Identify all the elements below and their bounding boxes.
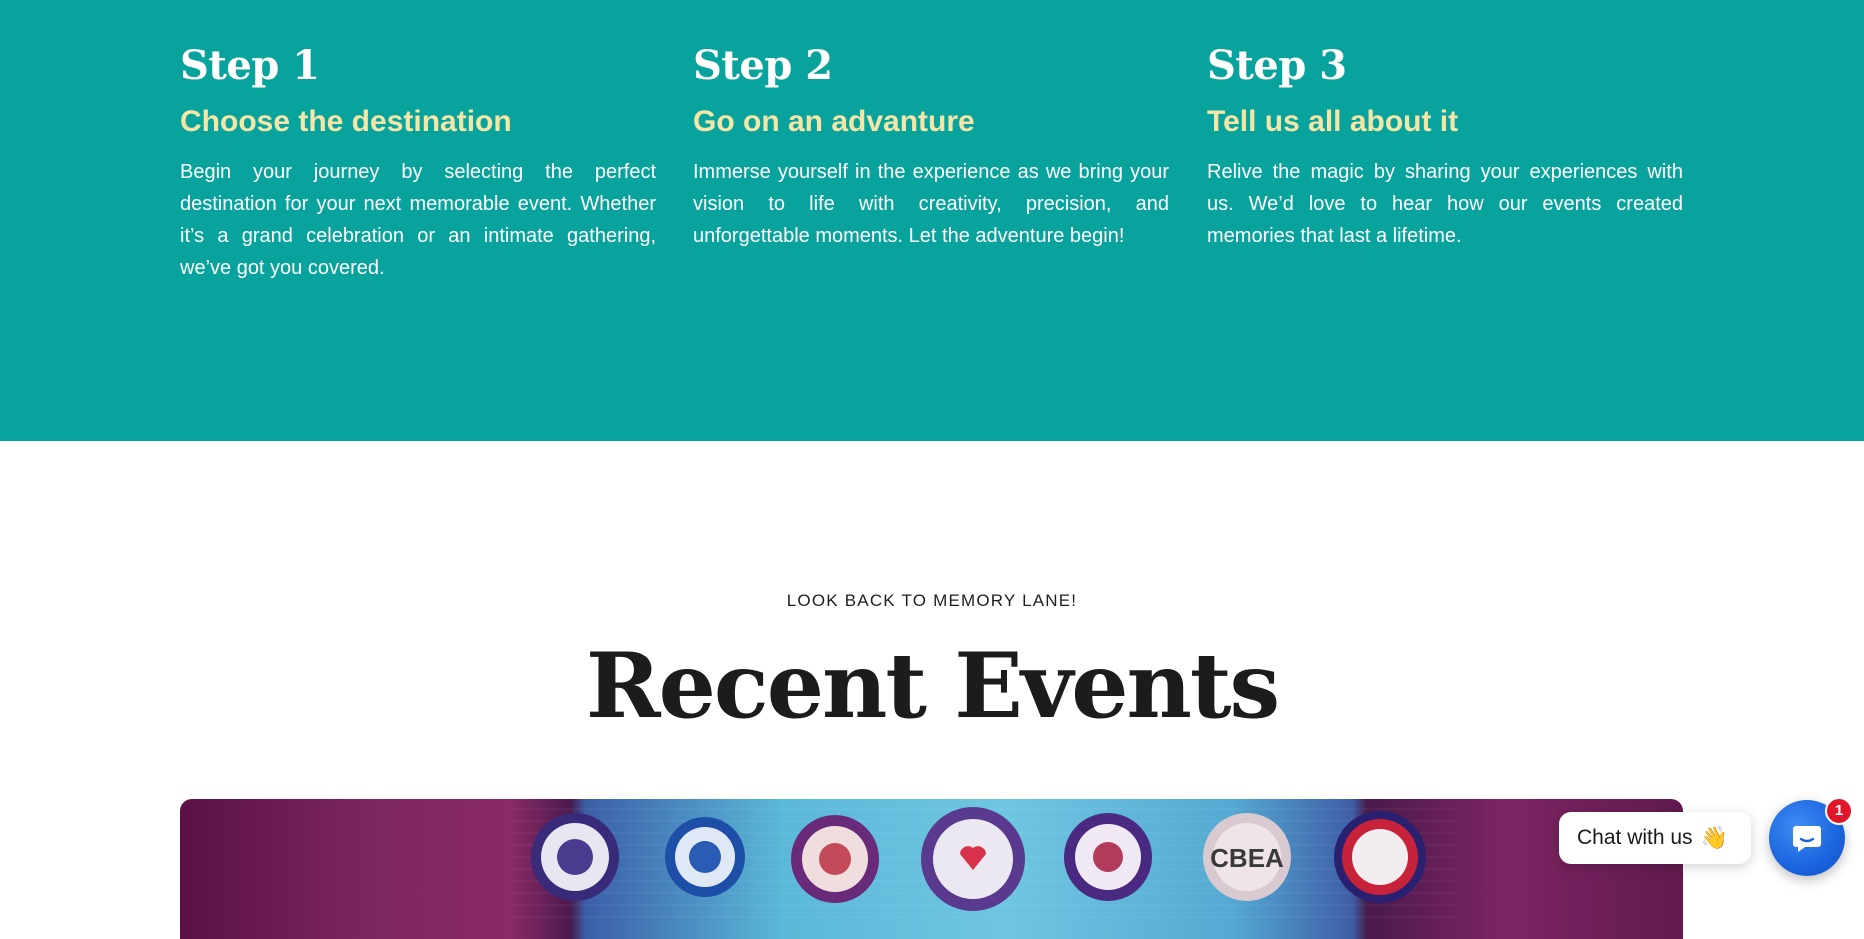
event-emblems-graphic: CBEA <box>510 807 1455 918</box>
seal-icon: CBEA <box>1203 813 1291 901</box>
waving-hand-icon: 👋 <box>1700 825 1728 850</box>
step-3: Step 3 Tell us all about it Relive the m… <box>1207 38 1683 252</box>
seal-icon <box>665 817 745 897</box>
svg-text:CBEA: CBEA <box>1210 843 1284 873</box>
section-title: Recent Events <box>585 633 1280 739</box>
seal-icon <box>791 815 879 903</box>
chat-label: Chat with us <box>1577 826 1693 849</box>
seal-icon <box>921 807 1025 911</box>
chat-bubble-icon <box>1793 826 1821 852</box>
seal-icon <box>1334 811 1426 903</box>
chat-with-us-prompt[interactable]: Chat with us 👋 <box>1559 812 1751 864</box>
section-eyebrow: LOOK BACK TO MEMORY LANE! <box>786 591 1078 610</box>
step-description: Immerse yourself in the experience as we… <box>693 161 1169 247</box>
step-1: Step 1 Choose the destination Begin your… <box>180 38 656 284</box>
steps-section: Step 1 Choose the destination Begin your… <box>0 0 1864 441</box>
step-description: Relive the magic by sharing your experie… <box>1207 161 1683 247</box>
unread-count-badge: 1 <box>1825 797 1853 825</box>
step-description: Begin your journey by selecting the perf… <box>180 161 656 279</box>
seal-icon <box>531 813 619 901</box>
step-title: Tell us all about it <box>1207 105 1459 138</box>
step-2: Step 2 Go on an advanture Immerse yourse… <box>693 38 1169 252</box>
step-title: Go on an advanture <box>693 105 975 138</box>
recent-event-image[interactable]: CBEA <box>180 799 1683 939</box>
step-title: Choose the destination <box>180 105 512 138</box>
seal-icon <box>1064 813 1152 901</box>
step-number: Step 2 <box>693 42 833 89</box>
step-number: Step 1 <box>180 42 320 89</box>
step-number: Step 3 <box>1207 42 1347 89</box>
